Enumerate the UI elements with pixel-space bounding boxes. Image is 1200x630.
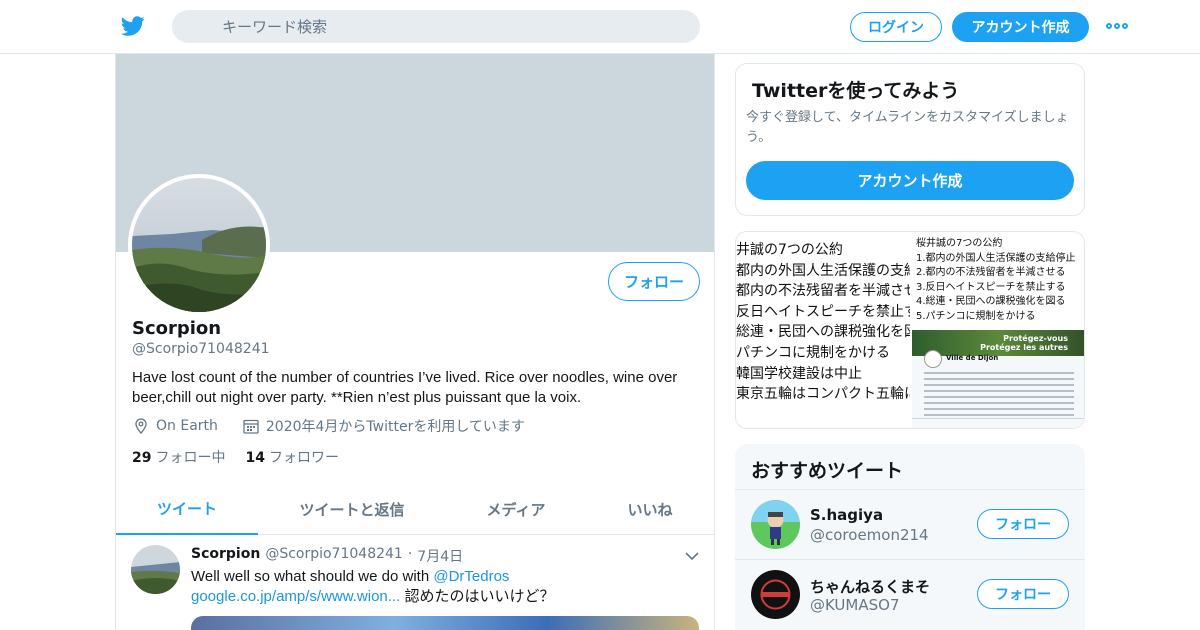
- chevron-down-icon[interactable]: [684, 548, 700, 564]
- left-line: 韓国学校建設は中止: [736, 365, 862, 382]
- recommended-user[interactable]: ちゃんねるくまそ @KUMASO7 フォロー: [735, 559, 1085, 629]
- media-image-left[interactable]: 井誠の7つの公約都内の外国人生活保護の支給 都内の不法残留者を半減させ 反日ヘイトス…: [736, 232, 910, 428]
- followers-stat[interactable]: 14 フォロワー: [245, 447, 338, 467]
- profile-handle[interactable]: @Scorpio71048241: [132, 341, 270, 357]
- recommended-user-name[interactable]: S.hagiya: [810, 506, 883, 524]
- avatar[interactable]: [751, 570, 800, 619]
- profile-tabs: ツイート ツイートと返信 メディア いいね: [116, 484, 714, 535]
- signup-card: Twitterを使ってみよう 今すぐ登録して、タイムラインをカスタマイズしましょ…: [735, 63, 1085, 216]
- left-line: 総連・民団への課税強化を図: [736, 324, 910, 341]
- tweet-header: Scorpion @Scorpio71048241 · 7月4日: [191, 546, 463, 566]
- profile-location: On Earth: [156, 418, 218, 434]
- right-line: 桜井誠の7つの公約: [916, 238, 1003, 249]
- recommended-user-name[interactable]: ちゃんねるくまそ: [810, 576, 930, 597]
- right-line: 1.都内の外国人生活保護の支給停止: [916, 252, 1076, 264]
- more-options-icon[interactable]: [1106, 18, 1130, 34]
- profile-avatar[interactable]: [128, 174, 270, 316]
- dijon-logo-icon: [924, 350, 942, 368]
- right-line: 4.総連・民団への課税強化を図る: [916, 296, 1066, 307]
- media-image-right[interactable]: 桜井誠の7つの公約 1.都内の外国人生活保護の支給停止 2.都内の不法残留者を半減さ…: [912, 232, 1084, 428]
- recommended-user[interactable]: S.hagiya @coroemon214 フォロー: [735, 489, 1085, 559]
- left-line: 都内の不法残留者を半減させ: [736, 283, 910, 300]
- calendar-icon: [243, 419, 259, 434]
- recommended-title: おすすめツイート: [751, 460, 904, 482]
- profile-name: Scorpion: [132, 318, 222, 339]
- recommended-card: おすすめツイート S.hagiya @coroemon214 フォロー ちゃんね…: [735, 444, 1085, 630]
- profile-column: フォロー Scorpion @Scorpio71048241 Have lost…: [115, 54, 715, 630]
- left-line: 東京五輪はコンパクト五輪に: [736, 386, 910, 403]
- top-nav: ログイン アカウント作成: [0, 0, 1200, 54]
- login-button[interactable]: ログイン: [850, 12, 942, 42]
- avatar[interactable]: [751, 500, 800, 549]
- tweet-url-link[interactable]: google.co.jp/amp/s/www.wion...: [191, 588, 400, 605]
- tweet-author-name[interactable]: Scorpion: [191, 546, 260, 566]
- tweet-text: Well well so what should we do with @DrT…: [191, 568, 555, 605]
- follow-button[interactable]: フォロー: [977, 509, 1069, 539]
- embedded-account-name: Ville de Dijon: [946, 354, 999, 362]
- left-line: 井誠の7つの公約: [736, 242, 843, 258]
- signup-card-description: 今すぐ登録して、タイムラインをカスタマイズしましょう。: [746, 110, 1069, 145]
- profile-stats: 29 フォロー中 14 フォロワー: [132, 447, 339, 467]
- right-line: 5.パチンコに規制をかける: [916, 310, 1036, 322]
- tweet-item[interactable]: Scorpion @Scorpio71048241 · 7月4日 Well we…: [116, 536, 714, 630]
- tweet-date[interactable]: 7月4日: [417, 546, 463, 566]
- location-pin-icon: [135, 418, 147, 434]
- tweet-media-image[interactable]: [191, 616, 699, 630]
- media-gallery-card[interactable]: 井誠の7つの公約都内の外国人生活保護の支給 都内の不法残留者を半減させ 反日ヘイトス…: [735, 231, 1085, 429]
- tab-media[interactable]: メディア: [446, 484, 586, 535]
- twitter-bird-icon[interactable]: [120, 14, 146, 38]
- tab-tweets[interactable]: ツイート: [116, 484, 258, 535]
- profile-bio: Have lost count of the number of countri…: [132, 369, 678, 406]
- tweet-separator: ·: [407, 546, 413, 562]
- signup-button[interactable]: アカウント作成: [952, 12, 1089, 42]
- profile-joined-date: 2020年4月からTwitterを利用しています: [265, 419, 525, 435]
- recommended-user-handle[interactable]: @coroemon214: [810, 526, 929, 544]
- follow-button[interactable]: フォロー: [608, 262, 700, 301]
- left-line: 都内の外国人生活保護の支給: [736, 262, 910, 279]
- search-input[interactable]: [172, 10, 700, 43]
- signup-card-button[interactable]: アカウント作成: [746, 161, 1074, 200]
- right-line: 2.都内の不法残留者を半減させる: [916, 267, 1066, 278]
- embedded-screenshot: Protégez-vous Protégez les autres Ville …: [912, 330, 1084, 428]
- recommended-user-handle[interactable]: @KUMASO7: [810, 596, 900, 614]
- signup-card-title: Twitterを使ってみよう: [752, 80, 960, 102]
- following-stat[interactable]: 29 フォロー中: [132, 447, 225, 467]
- tweet-author-handle[interactable]: @Scorpio71048241: [265, 546, 403, 566]
- follow-button[interactable]: フォロー: [977, 579, 1069, 609]
- tweet-mention-link[interactable]: @DrTedros: [433, 568, 509, 585]
- left-line: パチンコに規制をかける: [736, 344, 890, 361]
- left-line: 反日ヘイトスピーチを禁止す: [736, 303, 910, 320]
- tab-likes[interactable]: いいね: [586, 484, 714, 535]
- tab-tweets-and-replies[interactable]: ツイートと返信: [258, 484, 446, 535]
- tweet-avatar[interactable]: [131, 545, 180, 594]
- embedded-tabs: [912, 418, 1084, 428]
- right-line: 3.反日ヘイトスピーチを禁止する: [916, 281, 1066, 293]
- profile-meta: On Earth 2020年4月からTwitterを利用しています: [132, 416, 525, 436]
- embedded-text-block: [924, 372, 1074, 416]
